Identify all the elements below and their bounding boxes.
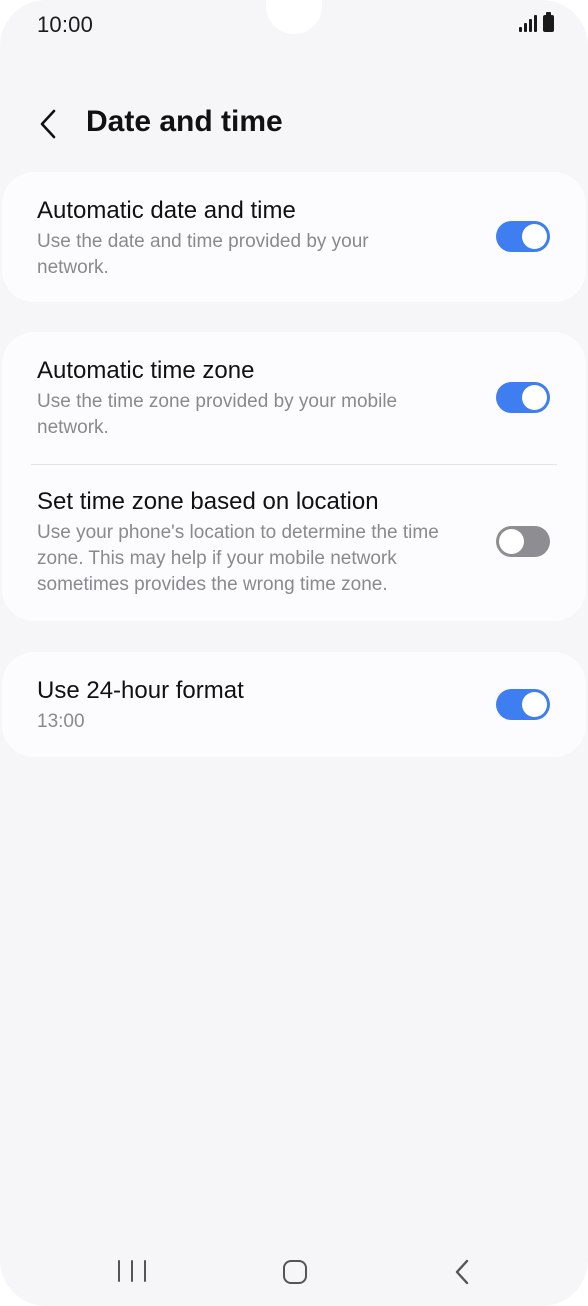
signal-icon <box>519 15 537 32</box>
location-time-zone-toggle[interactable] <box>496 526 550 557</box>
setting-location-time-zone[interactable]: Set time zone based on location Use your… <box>2 465 586 621</box>
setting-title: Set time zone based on location <box>37 488 379 515</box>
setting-description: Use the time zone provided by your mobil… <box>37 391 398 438</box>
auto-time-zone-toggle[interactable] <box>496 382 550 413</box>
auto-date-time-toggle[interactable] <box>496 221 550 252</box>
phone-screen: 10:00 Date and time Automatic date and t… <box>0 0 588 1306</box>
navigation-bar <box>0 1248 588 1298</box>
recents-icon[interactable] <box>118 1260 146 1284</box>
status-icons <box>519 12 554 32</box>
setting-description: Use the date and time provided by your n… <box>37 231 369 278</box>
toggle-knob <box>522 385 547 410</box>
setting-value: 13:00 <box>37 711 85 732</box>
card-24-hour: Use 24-hour format 13:00 <box>2 652 586 757</box>
back-icon[interactable] <box>450 1258 474 1286</box>
setting-auto-date-time[interactable]: Automatic date and time Use the date and… <box>2 172 586 302</box>
setting-title: Automatic time zone <box>37 357 255 384</box>
status-bar: 10:00 <box>0 0 588 52</box>
setting-title: Use 24-hour format <box>37 677 244 704</box>
setting-description: Use your phone's location to determine t… <box>37 522 439 595</box>
chevron-left-icon <box>40 109 56 139</box>
toggle-knob <box>522 692 547 717</box>
home-icon[interactable] <box>283 1260 307 1284</box>
card-time-zone: Automatic time zone Use the time zone pr… <box>2 332 586 621</box>
setting-auto-time-zone[interactable]: Automatic time zone Use the time zone pr… <box>2 332 586 464</box>
card-auto-date-time: Automatic date and time Use the date and… <box>2 172 586 302</box>
status-time: 10:00 <box>37 12 94 37</box>
header: Date and time <box>0 92 588 154</box>
setting-24-hour-format[interactable]: Use 24-hour format 13:00 <box>2 652 586 757</box>
camera-notch <box>266 0 322 34</box>
toggle-knob <box>522 224 547 249</box>
toggle-knob <box>499 529 524 554</box>
page-title: Date and time <box>86 105 283 138</box>
battery-icon <box>543 12 554 32</box>
setting-title: Automatic date and time <box>37 197 296 224</box>
back-button[interactable] <box>28 104 68 144</box>
24-hour-format-toggle[interactable] <box>496 689 550 720</box>
